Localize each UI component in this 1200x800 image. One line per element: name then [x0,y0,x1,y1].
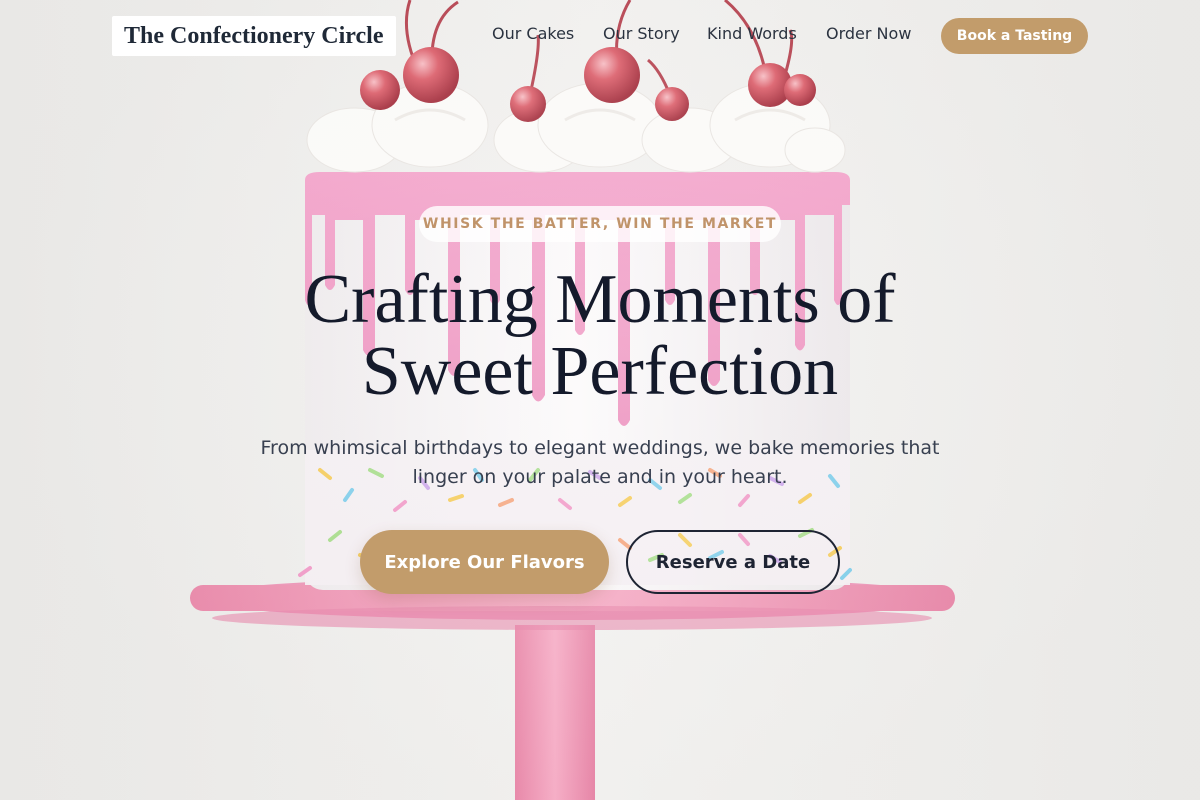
nav-item-kind-words[interactable]: Kind Words [707,24,797,43]
hero-headline: Crafting Moments of Sweet Perfection [200,264,1000,408]
explore-flavors-button[interactable]: Explore Our Flavors [360,530,609,594]
brand-logo[interactable]: The Confectionery Circle [112,16,396,56]
site-header: The Confectionery Circle Our Cakes Our S… [0,0,1200,72]
nav-item-our-story[interactable]: Our Story [603,24,680,43]
reserve-date-button[interactable]: Reserve a Date [626,530,840,594]
hero-headline-line-1: Crafting Moments of [304,261,896,338]
book-tasting-button[interactable]: Book a Tasting [941,18,1088,54]
hero-subtitle: From whimsical birthdays to elegant wedd… [260,437,940,488]
nav-item-order-now[interactable]: Order Now [826,24,911,43]
hero-headline-line-2: Sweet Perfection [361,333,839,410]
nav-item-our-cakes[interactable]: Our Cakes [492,24,574,43]
hero-eyebrow-badge: WHISK THE BATTER, WIN THE MARKET [419,206,781,242]
